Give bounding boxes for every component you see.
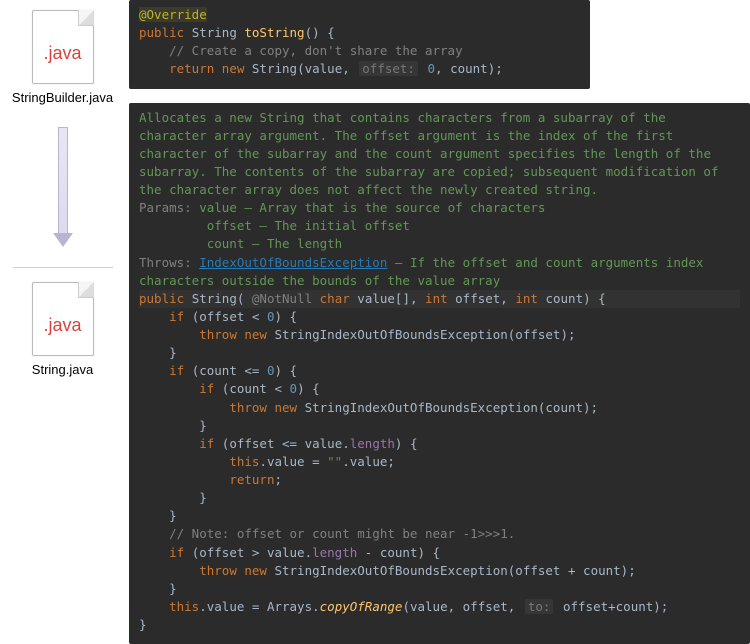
exc-type: StringIndexOutOfBoundsException	[305, 400, 538, 415]
prop-length: length	[312, 545, 357, 560]
brace-close: }	[139, 617, 147, 632]
kw-public: public	[139, 291, 184, 306]
prop-length: length	[350, 436, 395, 451]
javadoc-param-count: count – The length	[207, 236, 342, 251]
sig-suffix: () {	[305, 25, 335, 40]
exc-type: StringIndexOutOfBoundsException	[274, 563, 507, 578]
brace-open: ) {	[395, 436, 418, 451]
kw-throw-new: throw new	[229, 400, 297, 415]
kw-if: if	[199, 381, 214, 396]
ctor-string: String	[252, 61, 297, 76]
divider	[13, 267, 113, 268]
kw-if: if	[169, 363, 184, 378]
arg-value: value,	[305, 61, 350, 76]
kw-if: if	[169, 309, 184, 324]
assign: .value =	[259, 454, 327, 469]
file-caption-top: StringBuilder.java	[12, 90, 113, 105]
param-hint-offset: offset:	[359, 61, 418, 76]
exc-arg: (offset);	[508, 327, 576, 342]
brace-close: }	[169, 508, 177, 523]
cond: (count <=	[184, 363, 267, 378]
arrow-down-icon	[54, 127, 72, 247]
dot-value: .value;	[342, 454, 395, 469]
arg-count: , count);	[435, 61, 503, 76]
javadoc-body: Allocates a new String that contains cha…	[139, 110, 726, 198]
kw-int: int	[425, 291, 448, 306]
num: 0	[267, 363, 275, 378]
exc-arg: (count);	[538, 400, 598, 415]
num-zero: 0	[428, 61, 436, 76]
javadoc-params-key: Params:	[139, 200, 192, 215]
param-value: value[],	[357, 291, 417, 306]
brace-open: ) {	[275, 363, 298, 378]
javadoc-throws-key: Throws:	[139, 255, 192, 270]
num: 0	[290, 381, 298, 396]
file-column: .java StringBuilder.java .java String.ja…	[0, 0, 125, 644]
kw-char: char	[320, 291, 350, 306]
param-count: count) {	[545, 291, 605, 306]
comment-note: // Note: offset or count might be near -…	[169, 526, 515, 541]
exc-type: StringIndexOutOfBoundsException	[274, 327, 507, 342]
editor-string[interactable]: Allocates a new String that contains cha…	[129, 103, 750, 644]
kw-new: new	[222, 61, 245, 76]
javadoc-param-value: value – Array that is the source of char…	[199, 200, 545, 215]
brace-close: }	[199, 418, 207, 433]
annotation-notnull: @NotNull	[252, 291, 312, 306]
kw-public: public	[139, 25, 184, 40]
semi: ;	[274, 472, 282, 487]
brace-open: ) {	[275, 309, 298, 324]
kw-if: if	[199, 436, 214, 451]
comment: // Create a copy, don't share the array	[169, 43, 463, 58]
string-empty: ""	[327, 454, 342, 469]
brace-close: }	[169, 581, 177, 596]
cond-tail: - count) {	[357, 545, 440, 560]
file-ext-label: .java	[32, 43, 94, 64]
editor-stringbuilder[interactable]: @Override public String toString() { // …	[129, 0, 590, 89]
kw-throw-new: throw new	[199, 327, 267, 342]
cond: (offset > value.	[184, 545, 312, 560]
kw-int: int	[515, 291, 538, 306]
file-icon-top: .java	[32, 10, 94, 84]
kw-this: this	[229, 454, 259, 469]
kw-if: if	[169, 545, 184, 560]
type-string: String	[192, 25, 237, 40]
brace-open: ) {	[297, 381, 320, 396]
file-icon-bottom: .java	[32, 282, 94, 356]
cond: (count <	[214, 381, 289, 396]
num: 0	[267, 309, 275, 324]
javadoc-param-offset: offset – The initial offset	[207, 218, 410, 233]
method-tostring: toString	[244, 25, 304, 40]
file-ext-label: .java	[32, 315, 94, 336]
javadoc-throws-exc: IndexOutOfBoundsException	[199, 255, 387, 270]
param-offset: offset,	[455, 291, 508, 306]
file-caption-bottom: String.java	[32, 362, 93, 377]
brace-close: }	[169, 345, 177, 360]
kw-return: return	[229, 472, 274, 487]
annotation-override: @Override	[139, 7, 207, 22]
ctor-name: String	[192, 291, 237, 306]
cond: (offset <= value.	[214, 436, 349, 451]
kw-return: return	[169, 61, 214, 76]
cond: (offset <	[184, 309, 267, 324]
brace-close: }	[199, 490, 207, 505]
kw-throw-new: throw new	[199, 563, 267, 578]
exc-arg: (offset + count);	[508, 563, 636, 578]
